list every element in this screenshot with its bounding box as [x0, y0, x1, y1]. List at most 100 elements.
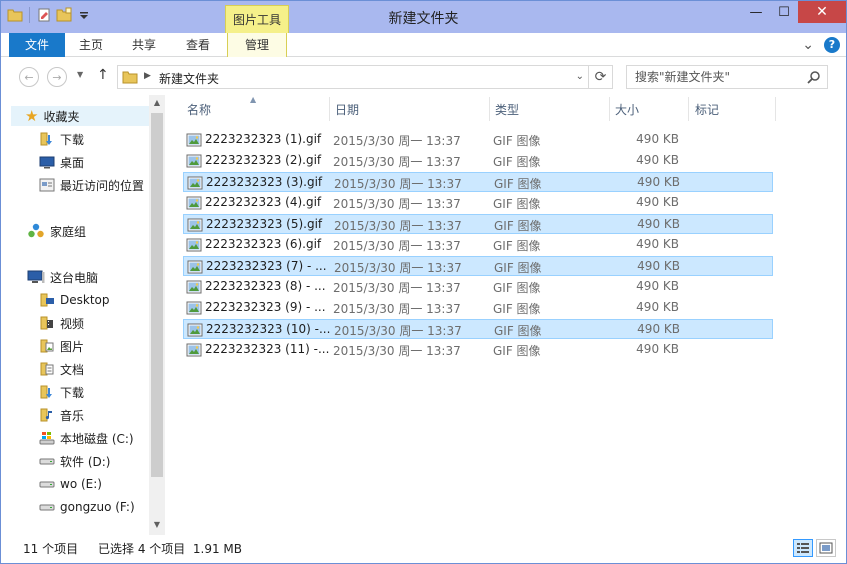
tab-share[interactable]: 共享: [119, 33, 169, 57]
details-view-button[interactable]: [793, 539, 813, 557]
file-row[interactable]: 2223232323 (7) - ... 2015/3/30 周一 13:37 GI…: [183, 256, 773, 276]
breadcrumb-current-folder[interactable]: 新建文件夹: [159, 70, 219, 87]
recent-locations-dropdown-icon[interactable]: ▼: [77, 70, 83, 79]
column-divider[interactable]: [329, 97, 330, 121]
customize-toolbar-icon[interactable]: [76, 7, 92, 23]
file-type: GIF 图像: [494, 177, 542, 191]
file-size: 490 KB: [636, 300, 679, 314]
nav-item-label: Desktop: [60, 293, 110, 307]
scroll-up-icon[interactable]: ▲: [149, 95, 165, 111]
gif-image-icon: [186, 343, 202, 357]
folder-icon[interactable]: [7, 7, 23, 23]
address-bar[interactable]: ▶ 新建文件夹 ⌄ ⟳: [117, 65, 613, 89]
nav-item-documents[interactable]: 文档: [39, 359, 84, 379]
scrollbar-thumb[interactable]: [151, 113, 163, 477]
forward-button[interactable]: →: [47, 67, 67, 87]
file-list: ▲ 名称 日期 类型 大小 标记 2223232323 (1).gif 2015/…: [167, 95, 847, 535]
file-size: 490 KB: [637, 175, 680, 189]
nav-item-downloads[interactable]: 下载: [39, 129, 84, 149]
column-divider[interactable]: [489, 97, 490, 121]
column-header-date[interactable]: 日期: [335, 97, 485, 123]
close-button[interactable]: ✕: [798, 1, 846, 23]
file-row[interactable]: 2223232323 (10) -... 2015/3/30 周一 13:37 GI…: [183, 319, 773, 339]
file-row[interactable]: 2223232323 (3).gif 2015/3/30 周一 13:37 GIF …: [183, 172, 773, 192]
column-divider[interactable]: [609, 97, 610, 121]
nav-item-drive-f[interactable]: gongzuo (F:): [39, 497, 135, 517]
column-header-type[interactable]: 类型: [495, 97, 605, 123]
desktop-icon: [39, 156, 55, 169]
file-row[interactable]: 2223232323 (9) - ... 2015/3/30 周一 13:37 GI…: [183, 298, 773, 318]
nav-item-drive-d[interactable]: 软件 (D:): [39, 451, 110, 471]
column-header-tags[interactable]: 标记: [695, 97, 765, 123]
properties-icon[interactable]: [36, 7, 52, 23]
file-row[interactable]: 2223232323 (1).gif 2015/3/30 周一 13:37 GIF …: [183, 130, 773, 150]
nav-item-downloads-pc[interactable]: 下载: [39, 382, 84, 402]
file-name: 2223232323 (11) -...: [205, 342, 330, 356]
tab-home[interactable]: 主页: [67, 33, 115, 57]
breadcrumb-chevron-icon[interactable]: ▶: [144, 71, 151, 81]
file-row[interactable]: 2223232323 (6).gif 2015/3/30 周一 13:37 GIF …: [183, 235, 773, 255]
minimize-button[interactable]: —: [742, 1, 770, 23]
column-header-size[interactable]: 大小: [615, 97, 685, 123]
file-type: GIF 图像: [494, 261, 542, 275]
nav-favorites[interactable]: ★ 收藏夹: [11, 106, 149, 126]
file-size: 490 KB: [637, 217, 680, 231]
file-row[interactable]: 2223232323 (2).gif 2015/3/30 周一 13:37 GIF …: [183, 151, 773, 171]
file-row[interactable]: 2223232323 (11) -... 2015/3/30 周一 13:37 GI…: [183, 340, 773, 360]
nav-item-desktop-pc[interactable]: Desktop: [39, 290, 110, 310]
tab-manage[interactable]: 管理: [227, 33, 287, 57]
nav-homegroup[interactable]: 家庭组: [27, 221, 86, 241]
file-date: 2015/3/30 周一 13:37: [333, 281, 461, 295]
nav-item-label: 本地磁盘 (C:): [60, 431, 134, 446]
column-divider[interactable]: [688, 97, 689, 121]
downloads-folder-icon: [40, 132, 52, 146]
large-icons-view-button[interactable]: [816, 539, 836, 557]
search-input[interactable]: [627, 66, 805, 88]
search-icon[interactable]: [807, 70, 821, 84]
up-arrow-icon[interactable]: ↑: [97, 67, 109, 83]
scroll-down-icon[interactable]: ▼: [149, 517, 165, 533]
nav-item-music[interactable]: 音乐: [39, 405, 84, 425]
nav-item-recent-places[interactable]: 最近访问的位置: [39, 175, 144, 195]
column-divider[interactable]: [775, 97, 776, 121]
nav-this-pc-label: 这台电脑: [50, 270, 99, 285]
new-folder-icon[interactable]: [56, 7, 72, 23]
file-size: 490 KB: [636, 153, 679, 167]
column-header-name[interactable]: 名称: [187, 97, 327, 123]
address-row: ← → ▼ ↑ ▶ 新建文件夹 ⌄ ⟳: [1, 58, 846, 94]
address-dropdown-icon[interactable]: ⌄: [576, 71, 584, 82]
explorer-window: 图片工具 新建文件夹 — ☐ ✕ 文件 主页 共享 查看 管理 ⌄ ? ← → …: [0, 0, 847, 564]
file-size: 490 KB: [636, 132, 679, 146]
nav-item-pictures[interactable]: 图片: [39, 336, 84, 356]
back-button[interactable]: ←: [19, 67, 39, 87]
nav-item-videos[interactable]: 视频: [39, 313, 84, 333]
maximize-button[interactable]: ☐: [770, 1, 798, 23]
drive-icon: [39, 504, 55, 511]
nav-item-label: wo (E:): [60, 477, 102, 491]
nav-this-pc[interactable]: 这台电脑: [27, 267, 98, 287]
file-row[interactable]: 2223232323 (4).gif 2015/3/30 周一 13:37 GIF …: [183, 193, 773, 213]
nav-item-drive-e[interactable]: wo (E:): [39, 474, 102, 494]
help-icon[interactable]: ?: [824, 37, 840, 53]
file-row[interactable]: 2223232323 (8) - ... 2015/3/30 周一 13:37 GI…: [183, 277, 773, 297]
file-name: 2223232323 (5).gif: [206, 217, 323, 231]
file-name: 2223232323 (4).gif: [205, 195, 322, 209]
refresh-button[interactable]: ⟳: [588, 66, 612, 88]
tab-view[interactable]: 查看: [173, 33, 223, 57]
file-size: 490 KB: [636, 195, 679, 209]
file-size: 490 KB: [636, 279, 679, 293]
file-type: GIF 图像: [493, 155, 541, 169]
file-name: 2223232323 (6).gif: [205, 237, 322, 251]
file-row[interactable]: 2223232323 (5).gif 2015/3/30 周一 13:37 GIF …: [183, 214, 773, 234]
nav-homegroup-label: 家庭组: [50, 224, 87, 239]
nav-item-desktop[interactable]: 桌面: [39, 152, 84, 172]
file-date: 2015/3/30 周一 13:37: [333, 197, 461, 211]
tab-file[interactable]: 文件: [9, 33, 65, 57]
search-box[interactable]: [626, 65, 828, 89]
nav-item-drive-c[interactable]: 本地磁盘 (C:): [39, 428, 134, 448]
file-type: GIF 图像: [493, 134, 541, 148]
gif-image-icon: [186, 301, 202, 315]
gif-image-icon: [186, 133, 202, 147]
expand-ribbon-icon[interactable]: ⌄: [802, 37, 814, 53]
navigation-scrollbar[interactable]: ▲ ▼: [149, 95, 165, 535]
